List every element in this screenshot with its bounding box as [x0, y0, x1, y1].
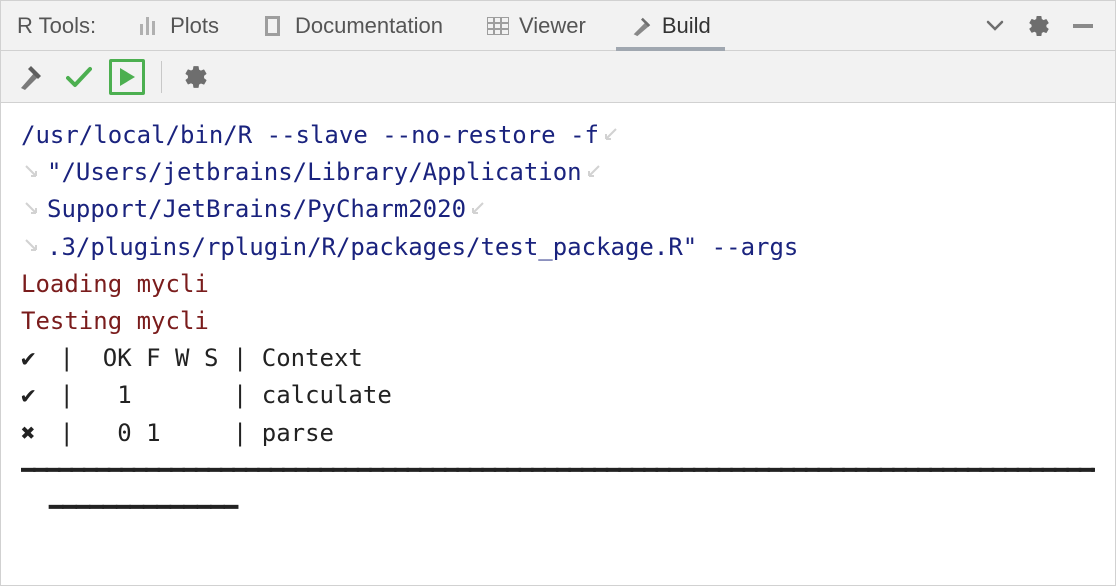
command-line: .3/plugins/rplugin/R/packages/test_packa… [21, 229, 1095, 266]
command-line: "/Users/jetbrains/Library/Application [21, 154, 1095, 191]
chevron-down-icon[interactable] [981, 12, 1009, 40]
test-table-row: ✖ | 0 1 | parse [21, 415, 1095, 452]
command-line: Support/JetBrains/PyCharm2020 [21, 191, 1095, 228]
wrap-arrow-icon [468, 200, 492, 220]
table-row-text: | 1 | calculate [45, 381, 392, 409]
tab-viewer[interactable]: Viewer [465, 1, 608, 51]
build-icon [630, 15, 652, 37]
tab-label: Build [662, 13, 711, 39]
testing-message: Testing mycli [21, 303, 1095, 340]
doc-icon [263, 15, 285, 37]
wrap-arrow-icon [601, 126, 625, 146]
minimize-icon[interactable] [1069, 12, 1097, 40]
tool-window-header: R Tools: Plots Documentation [1, 1, 1115, 51]
wrap-continue-icon [21, 163, 45, 183]
separator-line: ━━━━━━━━━━━━━━━━━━━━━━━━━━━━━━━━━━━━━━━━… [21, 452, 1095, 489]
wrap-continue-icon [21, 200, 45, 220]
tool-window-title: R Tools: [17, 13, 96, 39]
tab-build[interactable]: Build [608, 1, 733, 51]
loading-message: Loading mycli [21, 266, 1095, 303]
separator-line-short: ━━━━━━━━━━━━━━ [21, 489, 1095, 526]
toolbar-divider [161, 61, 162, 93]
wrap-arrow-icon [584, 163, 608, 183]
command-line: /usr/local/bin/R --slave --no-restore -f [21, 117, 1095, 154]
tabs: Plots Documentation Viewer [116, 1, 981, 51]
header-actions [981, 12, 1107, 40]
tab-plots[interactable]: Plots [116, 1, 241, 51]
table-row-text: | 0 1 | parse [45, 419, 334, 447]
console-output: /usr/local/bin/R --slave --no-restore -f… [1, 103, 1115, 540]
tab-documentation[interactable]: Documentation [241, 1, 465, 51]
tab-label: Plots [170, 13, 219, 39]
run-button[interactable] [109, 59, 145, 95]
test-table-row: ✔ | 1 | calculate [21, 377, 1095, 414]
table-header-text: | OK F W S | Context [45, 344, 363, 372]
test-table-header: ✔ | OK F W S | Context [21, 340, 1095, 377]
plots-icon [138, 15, 160, 37]
settings-button[interactable] [178, 59, 214, 95]
gear-icon[interactable] [1025, 12, 1053, 40]
hammer-button[interactable] [13, 59, 49, 95]
wrap-continue-icon [21, 237, 45, 257]
viewer-icon [487, 15, 509, 37]
tab-label: Documentation [295, 13, 443, 39]
tab-label: Viewer [519, 13, 586, 39]
build-toolbar [1, 51, 1115, 103]
check-button[interactable] [61, 59, 97, 95]
